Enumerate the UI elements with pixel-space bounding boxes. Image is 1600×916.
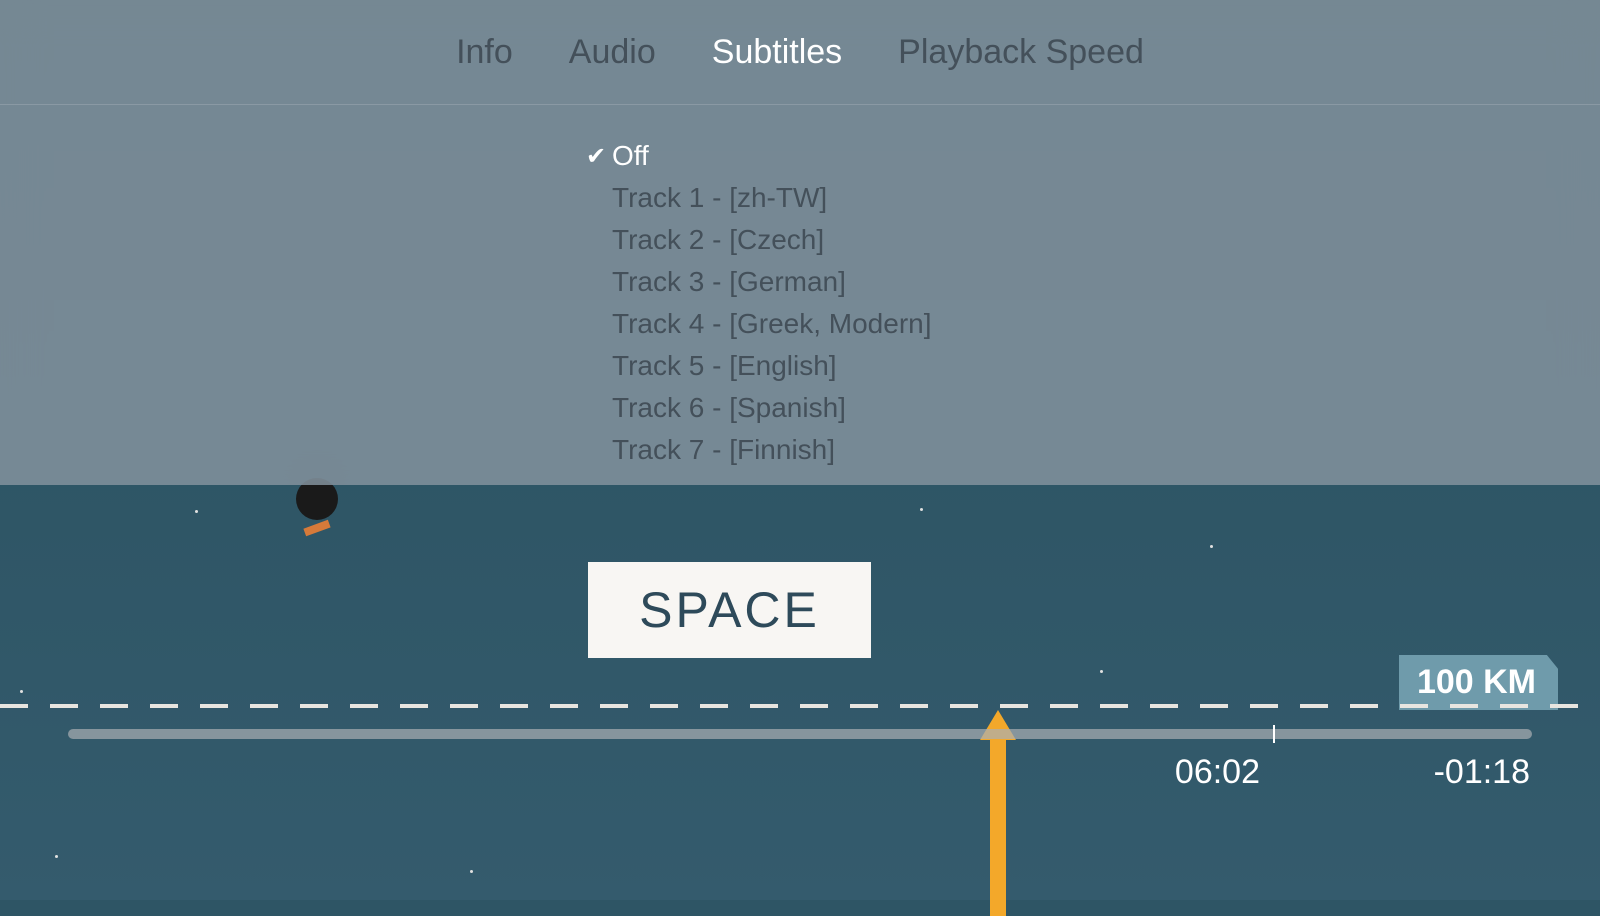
subtitle-options-list: ✔ Off Track 1 - [zh-TW] Track 2 - [Czech… [0,105,1600,471]
tab-subtitles[interactable]: Subtitles [712,33,842,72]
distance-badge: 100 KM [1399,655,1558,710]
subtitle-option-off[interactable]: ✔ Off [586,135,1600,177]
subtitle-option-label: Track 7 - [Finnish] [612,434,835,466]
subtitle-option-track-1[interactable]: Track 1 - [zh-TW] [586,177,1600,219]
star-decoration [20,690,23,693]
subtitle-option-track-2[interactable]: Track 2 - [Czech] [586,219,1600,261]
playback-progress-bar[interactable] [68,729,1532,739]
space-label-box: SPACE [588,562,871,658]
subtitle-option-track-5[interactable]: Track 5 - [English] [586,345,1600,387]
subtitle-option-label: Track 3 - [German] [612,266,846,298]
progress-track [68,729,1532,739]
subtitle-option-label: Track 4 - [Greek, Modern] [612,308,932,340]
playback-options-panel: Info Audio Subtitles Playback Speed ✔ Of… [0,0,1600,485]
tab-audio[interactable]: Audio [569,33,656,72]
star-decoration [920,508,923,511]
progress-marker [1273,725,1275,743]
tab-playback-speed[interactable]: Playback Speed [898,33,1144,72]
star-decoration [195,510,198,513]
subtitle-option-label: Track 1 - [zh-TW] [612,182,827,214]
arrow-stem [990,736,1006,916]
star-decoration [1210,545,1213,548]
subtitle-option-track-7[interactable]: Track 7 - [Finnish] [586,429,1600,471]
subtitle-option-label: Track 5 - [English] [612,350,837,382]
karman-line [0,704,1600,708]
star-decoration [470,870,473,873]
time-elapsed: 06:02 [1175,753,1260,792]
subtitle-option-track-3[interactable]: Track 3 - [German] [586,261,1600,303]
subtitle-option-label: Track 2 - [Czech] [612,224,824,256]
tab-info[interactable]: Info [456,33,513,72]
subtitle-option-track-6[interactable]: Track 6 - [Spanish] [586,387,1600,429]
space-label-text: SPACE [639,581,820,639]
star-decoration [55,855,58,858]
subtitle-option-label: Track 6 - [Spanish] [612,392,846,424]
distance-badge-text: 100 KM [1417,663,1536,701]
subtitle-option-track-4[interactable]: Track 4 - [Greek, Modern] [586,303,1600,345]
star-decoration [1100,670,1103,673]
checkmark-icon: ✔ [586,142,612,171]
time-remaining: -01:18 [1434,753,1530,792]
options-tab-bar: Info Audio Subtitles Playback Speed [0,0,1600,105]
subtitle-option-label: Off [612,140,649,172]
